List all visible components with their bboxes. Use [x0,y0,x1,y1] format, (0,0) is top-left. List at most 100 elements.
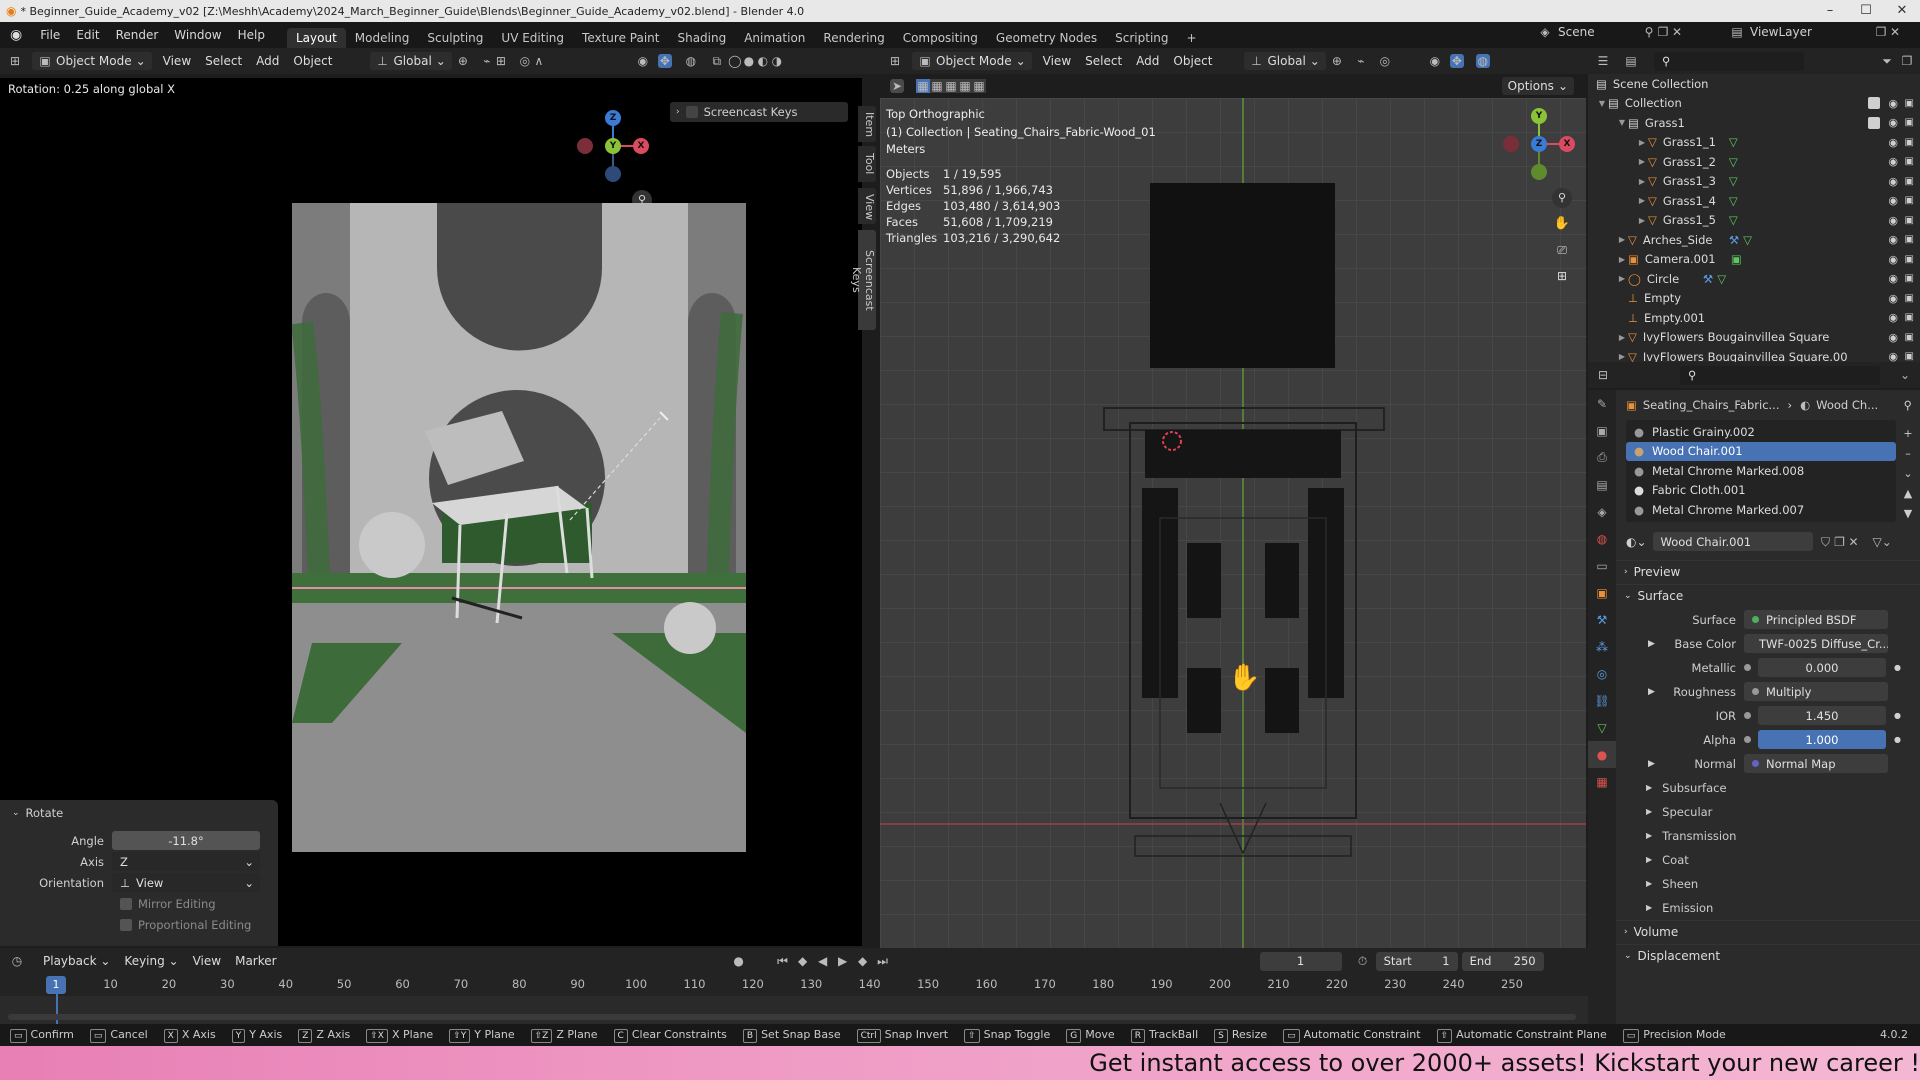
menu-add[interactable]: Add [249,54,286,68]
menu-playback[interactable]: Playback ⌄ [36,954,117,968]
pivot-icon[interactable]: ⊕ [1330,54,1344,68]
screencast-keys-panel[interactable]: › Screencast Keys [670,102,848,122]
visibility-icon[interactable]: ◉ [1428,54,1442,68]
outliner-row[interactable]: ▶ ▽ Grass1_3 ▽ ◉ ▣ [1588,172,1920,192]
tab-scripting[interactable]: Scripting [1106,28,1177,48]
timeline-area[interactable]: 1102030405060708090100110120130140150160… [0,974,1588,1024]
duplicate-material-icon[interactable]: ❐ [1833,535,1847,549]
tab-screencast-keys[interactable]: Screencast Keys [850,230,876,330]
outliner-row[interactable]: ▼ ▤ Grass1 ◉ ▣ [1588,113,1920,133]
snap-icon[interactable]: ⌁ [480,54,494,68]
eye-icon[interactable]: ◉ [1888,331,1898,344]
snap-target-icon[interactable]: ⊞ [494,54,508,68]
menu-render[interactable]: Render [108,28,167,42]
snap-icon[interactable]: ⌁ [1354,54,1368,68]
select-new-icon[interactable]: ▦ [916,79,930,93]
unlink-material-icon[interactable]: ✕ [1847,535,1861,549]
orientation-select[interactable]: ⊥ View ⌄ [112,873,260,892]
chevron-right-icon[interactable]: ▶ [1648,759,1655,769]
move-up-icon[interactable]: ▲ [1898,484,1918,504]
outliner-row[interactable]: ▶ ▽ Grass1_5 ▽ ◉ ▣ [1588,211,1920,231]
displacement-panel-header[interactable]: ⌄ Displacement [1616,943,1920,968]
navigation-gizmo[interactable]: Y Z X [1502,106,1575,186]
roughness-field[interactable]: Multiply [1744,682,1888,701]
keyframe-dot[interactable]: ● [1894,663,1901,672]
proportional-icon[interactable]: ◎ [518,54,532,68]
chevron-right-icon[interactable]: ▶ [1648,639,1655,649]
orientation-select[interactable]: ⊥ Global ⌄ [369,52,452,70]
new-collection-icon[interactable]: ❐ [1900,54,1914,68]
expand-icon[interactable]: ▶ [1636,196,1648,205]
outliner-row[interactable]: ▶ ▽ IvyFlowers Bougainvillea Square ◉ ▣ [1588,328,1920,348]
menu-marker[interactable]: Marker [228,954,283,968]
menu-view[interactable]: View [1036,54,1078,68]
timeline-scrollbar[interactable] [8,1014,1576,1020]
new-viewlayer-icon[interactable]: ❐ [1874,25,1888,39]
ior-field[interactable]: 1.450 [1758,706,1886,725]
eye-icon[interactable]: ◉ [1888,253,1898,266]
display-mode-icon[interactable]: ▤ [1624,54,1638,68]
filter-icon[interactable]: ⏷ [1880,54,1894,68]
proportional-editing-toggle[interactable]: Proportional Editing [0,914,278,935]
current-frame-field[interactable]: 1 [1259,951,1342,971]
wireframe-shading-icon[interactable]: ◯ [728,54,742,68]
maximize-icon[interactable]: ☐ [1848,0,1884,22]
tab-item[interactable]: Item [858,106,876,142]
subpanel-emission[interactable]: ▶ Emission [1616,896,1920,920]
minimize-icon[interactable]: – [1812,0,1848,22]
camera-icon[interactable]: ▣ [1905,234,1914,245]
menu-window[interactable]: Window [166,28,229,42]
mode-select[interactable]: ▣ Object Mode ⌄ [32,52,152,70]
falloff-icon[interactable]: ∧ [532,54,546,68]
jump-start-icon[interactable]: ⏮ [776,954,790,968]
modifier-tab-icon[interactable]: ⚒ [1588,606,1616,633]
play-reverse-icon[interactable]: ◀ [816,954,830,968]
outliner-row[interactable]: ▶ ▣ Camera.001 ▣ ◉ ▣ [1588,250,1920,270]
pin-icon[interactable]: ⚲ [1642,25,1656,39]
start-frame-field[interactable]: Start 1 [1375,951,1458,971]
chevron-down-icon[interactable]: ⌄ [1898,368,1912,382]
expand-icon[interactable]: ▶ [1636,138,1648,147]
proportional-icon[interactable]: ◎ [1378,54,1392,68]
outliner-search-input[interactable]: ⚲ [1654,51,1804,71]
menu-edit[interactable]: Edit [68,28,107,42]
camera-icon[interactable]: ▣ [1905,293,1914,304]
camera-icon[interactable]: ▣ [1905,312,1914,323]
alpha-field[interactable]: 1.000 [1758,730,1886,749]
editor-type-icon[interactable]: ⊞ [888,54,902,68]
outliner-row-scene-collection[interactable]: ▤ Scene Collection [1588,74,1920,94]
eye-icon[interactable]: ◉ [1888,272,1898,285]
select-intersect-icon[interactable]: ▦ [972,79,986,93]
play-icon[interactable]: ▶ [836,954,850,968]
eye-icon[interactable]: ◉ [1888,194,1898,207]
eye-icon[interactable]: ◉ [1888,214,1898,227]
editor-type-icon[interactable]: ☰ [1596,54,1610,68]
eye-icon[interactable]: ◉ [1888,116,1898,129]
outliner-row[interactable]: ▶ ▽ IvyFlowers Bougainvillea Square.00 ◉ ▣ [1588,347,1920,362]
expand-icon[interactable]: ▼ [1596,99,1608,108]
tab-texture-paint[interactable]: Texture Paint [573,28,668,48]
outliner-row[interactable]: ▶ ▽ Grass1_1 ▽ ◉ ▣ [1588,133,1920,153]
scene-selector[interactable]: ◈ Scene ⚲ ❐ ✕ [1538,25,1684,39]
particles-tab-icon[interactable]: ⁂ [1588,633,1616,660]
chevron-right-icon[interactable]: ▶ [1648,687,1655,697]
expand-icon[interactable]: ▶ [1636,216,1648,225]
output-tab-icon[interactable]: ⎙ [1588,444,1616,471]
new-scene-icon[interactable]: ❐ [1656,25,1670,39]
menu-view[interactable]: View [186,954,228,968]
editor-type-icon[interactable]: ⊞ [8,54,22,68]
material-browse-icon[interactable]: ◐⌄ [1626,535,1647,549]
material-shading-icon[interactable]: ◐ [756,54,770,68]
list-item[interactable]: ● Fabric Cloth.001 [1626,481,1896,501]
normal-field[interactable]: Normal Map [1744,754,1888,773]
screencast-checkbox[interactable] [685,106,698,118]
outliner-row[interactable]: ▶ ▽ Arches_Side ⚒ ▽ ◉ ▣ [1588,230,1920,250]
editor-type-icon[interactable]: ⊟ [1596,368,1610,382]
mode-select[interactable]: ▣ Object Mode ⌄ [912,52,1032,70]
camera-icon[interactable]: ▣ [1905,117,1914,128]
end-frame-field[interactable]: End 250 [1461,951,1544,971]
gizmo-icon[interactable]: ✥ [657,54,672,68]
camera-icon[interactable]: ▣ [1905,98,1914,109]
tab-rendering[interactable]: Rendering [814,28,893,48]
select-invert-icon[interactable]: ▦ [958,79,972,93]
